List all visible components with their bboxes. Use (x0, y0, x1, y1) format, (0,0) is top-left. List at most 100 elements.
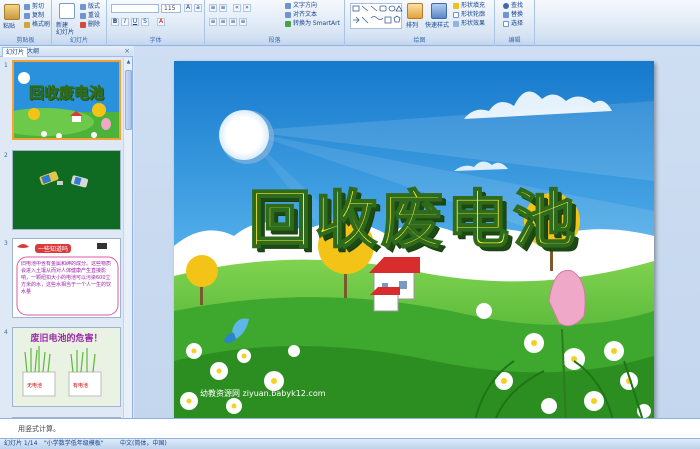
new-slide-icon[interactable] (59, 3, 75, 19)
scroll-up-icon[interactable]: ▲ (124, 58, 133, 67)
notes-text[interactable]: 用竖式计算。 (18, 424, 60, 434)
reset-label: 重设 (88, 12, 101, 19)
increase-indent-button[interactable]: » (243, 4, 251, 12)
find-label: 查找 (511, 2, 524, 9)
convert-smartart-button[interactable]: 转换为 SmartArt (285, 20, 340, 28)
shrink-font-button[interactable]: a (194, 4, 202, 12)
clipboard-group: 粘贴 剪切 复制 格式刷 剪贴板 (0, 0, 52, 46)
font-name-select[interactable] (111, 4, 159, 13)
delete-icon (80, 22, 86, 28)
shape-fill-label: 形状填充 (461, 2, 486, 9)
align-text-button[interactable]: 对齐文本 (285, 11, 317, 19)
tab-outline[interactable]: 大纲 (24, 47, 42, 57)
bullets-button[interactable]: ≡ (209, 4, 217, 12)
shape-fill-button[interactable]: 形状填充 (453, 2, 485, 10)
shape-effects-button[interactable]: 形状效果 (453, 20, 485, 28)
quick-styles-button[interactable]: 快速样式 (425, 22, 449, 30)
status-bar: 幻灯片 1/14 "小学数学低年级模板" 中文(简体，中国) (0, 438, 700, 449)
clipboard-label: 剪贴板 (0, 37, 51, 45)
quick-styles-icon[interactable] (431, 3, 447, 19)
font-group: 115 A a B I U S A 字体 (107, 0, 205, 46)
text-direction-label: 文字方向 (293, 2, 318, 9)
italic-button[interactable]: I (121, 18, 129, 26)
numbering-button[interactable]: ≡ (219, 4, 227, 12)
font-color-button[interactable]: A (157, 18, 165, 26)
copy-button[interactable]: 复制 (24, 12, 44, 20)
delete-label: 删除 (88, 21, 101, 28)
copy-label: 复制 (32, 12, 45, 19)
slide-4-thumb-title: 废旧电池的危害！ (30, 334, 103, 344)
bold-button[interactable]: B (111, 18, 119, 26)
select-button[interactable]: 选择 (503, 20, 523, 28)
replace-label: 替换 (511, 11, 524, 18)
select-icon (503, 21, 509, 27)
font-label: 字体 (107, 37, 204, 45)
thumbnail-scrollbar[interactable]: ▲ ▼ (123, 58, 132, 438)
copy-icon (24, 13, 30, 19)
cut-icon (24, 4, 30, 10)
slide-number: 1 (4, 62, 8, 69)
layout-label: 版式 (88, 3, 101, 10)
theme-name[interactable]: "小学数学低年级模板" (44, 439, 104, 449)
text-direction-icon (285, 3, 291, 9)
slide-4-thumb-label: 无电池 (27, 383, 43, 389)
select-label: 选择 (511, 20, 524, 27)
shape-fill-icon (453, 3, 459, 9)
align-center-button[interactable]: ≡ (219, 18, 227, 26)
slide-title[interactable]: 回收废电池 (174, 169, 654, 259)
shape-effects-icon (453, 21, 459, 27)
replace-icon (503, 12, 509, 18)
reset-icon (80, 13, 86, 19)
current-slide[interactable]: 回收废电池 幼教资源网 ziyuan.babyk12.com (174, 61, 654, 424)
shapes-gallery[interactable] (350, 3, 403, 29)
slide-thumbnail-2[interactable] (12, 150, 121, 230)
find-button[interactable]: 查找 (503, 2, 523, 10)
notes-pane[interactable]: 用竖式计算。 (0, 418, 700, 438)
layout-button[interactable]: 版式 (80, 3, 100, 11)
slide-number: 3 (4, 240, 8, 247)
arrange-button[interactable]: 排列 (406, 22, 418, 30)
panel-tabs: 幻灯片 大纲 × (0, 46, 133, 57)
justify-button[interactable]: ≡ (239, 18, 247, 26)
slide-3-thumb-heading: 一些知道吗 (35, 244, 72, 253)
align-text-label: 对齐文本 (293, 11, 318, 18)
decrease-indent-button[interactable]: « (233, 4, 241, 12)
shape-outline-button[interactable]: 形状轮廓 (453, 11, 485, 19)
slide-counter: 幻灯片 1/14 (4, 440, 38, 447)
slide-2-preview (13, 151, 120, 229)
paste-icon[interactable] (4, 4, 20, 20)
slide-thumbnail-4[interactable]: 废旧电池的危害！ 无电池 有电池 (12, 327, 121, 407)
replace-button[interactable]: 替换 (503, 11, 523, 19)
font-size-select[interactable]: 115 (161, 4, 181, 13)
scrollbar-thumb[interactable] (125, 70, 132, 130)
align-right-button[interactable]: ≡ (229, 18, 237, 26)
slide-thumbnail-3[interactable]: 一些知道吗 旧电池中含有金属和砷的成分。这些物质会进入土壤从而对人体健康产生直接… (12, 238, 121, 318)
smartart-icon (285, 21, 291, 27)
align-text-icon (285, 12, 291, 18)
paste-button[interactable]: 粘贴 (3, 23, 15, 31)
shape-outline-icon (453, 12, 459, 18)
delete-button[interactable]: 删除 (80, 21, 100, 29)
grow-font-button[interactable]: A (184, 4, 192, 12)
new-slide-button[interactable]: 新建 幻灯片 (56, 22, 74, 36)
align-left-button[interactable]: ≡ (209, 18, 217, 26)
slide-thumbnail-1[interactable]: 回收废电池 (12, 60, 121, 140)
format-painter-icon (24, 22, 30, 28)
arrange-icon[interactable] (407, 3, 423, 19)
shape-effects-label: 形状效果 (461, 20, 486, 27)
text-direction-button[interactable]: 文字方向 (285, 2, 317, 10)
close-icon[interactable]: × (124, 47, 130, 55)
slide-number: 2 (4, 152, 8, 159)
editing-label: 编辑 (495, 37, 534, 45)
slide-4-thumb-label: 有电池 (73, 383, 89, 389)
cut-button[interactable]: 剪切 (24, 3, 44, 11)
format-painter-button[interactable]: 格式刷 (24, 21, 50, 29)
language-indicator[interactable]: 中文(简体，中国) (120, 439, 167, 449)
underline-button[interactable]: U (131, 18, 139, 26)
slide-number: 4 (4, 329, 8, 336)
slides-label: 幻灯片 (52, 37, 106, 45)
strikethrough-button[interactable]: S (141, 18, 149, 26)
reset-button[interactable]: 重设 (80, 12, 100, 20)
shape-outline-label: 形状轮廓 (461, 11, 486, 18)
drawing-label: 绘图 (345, 37, 494, 45)
